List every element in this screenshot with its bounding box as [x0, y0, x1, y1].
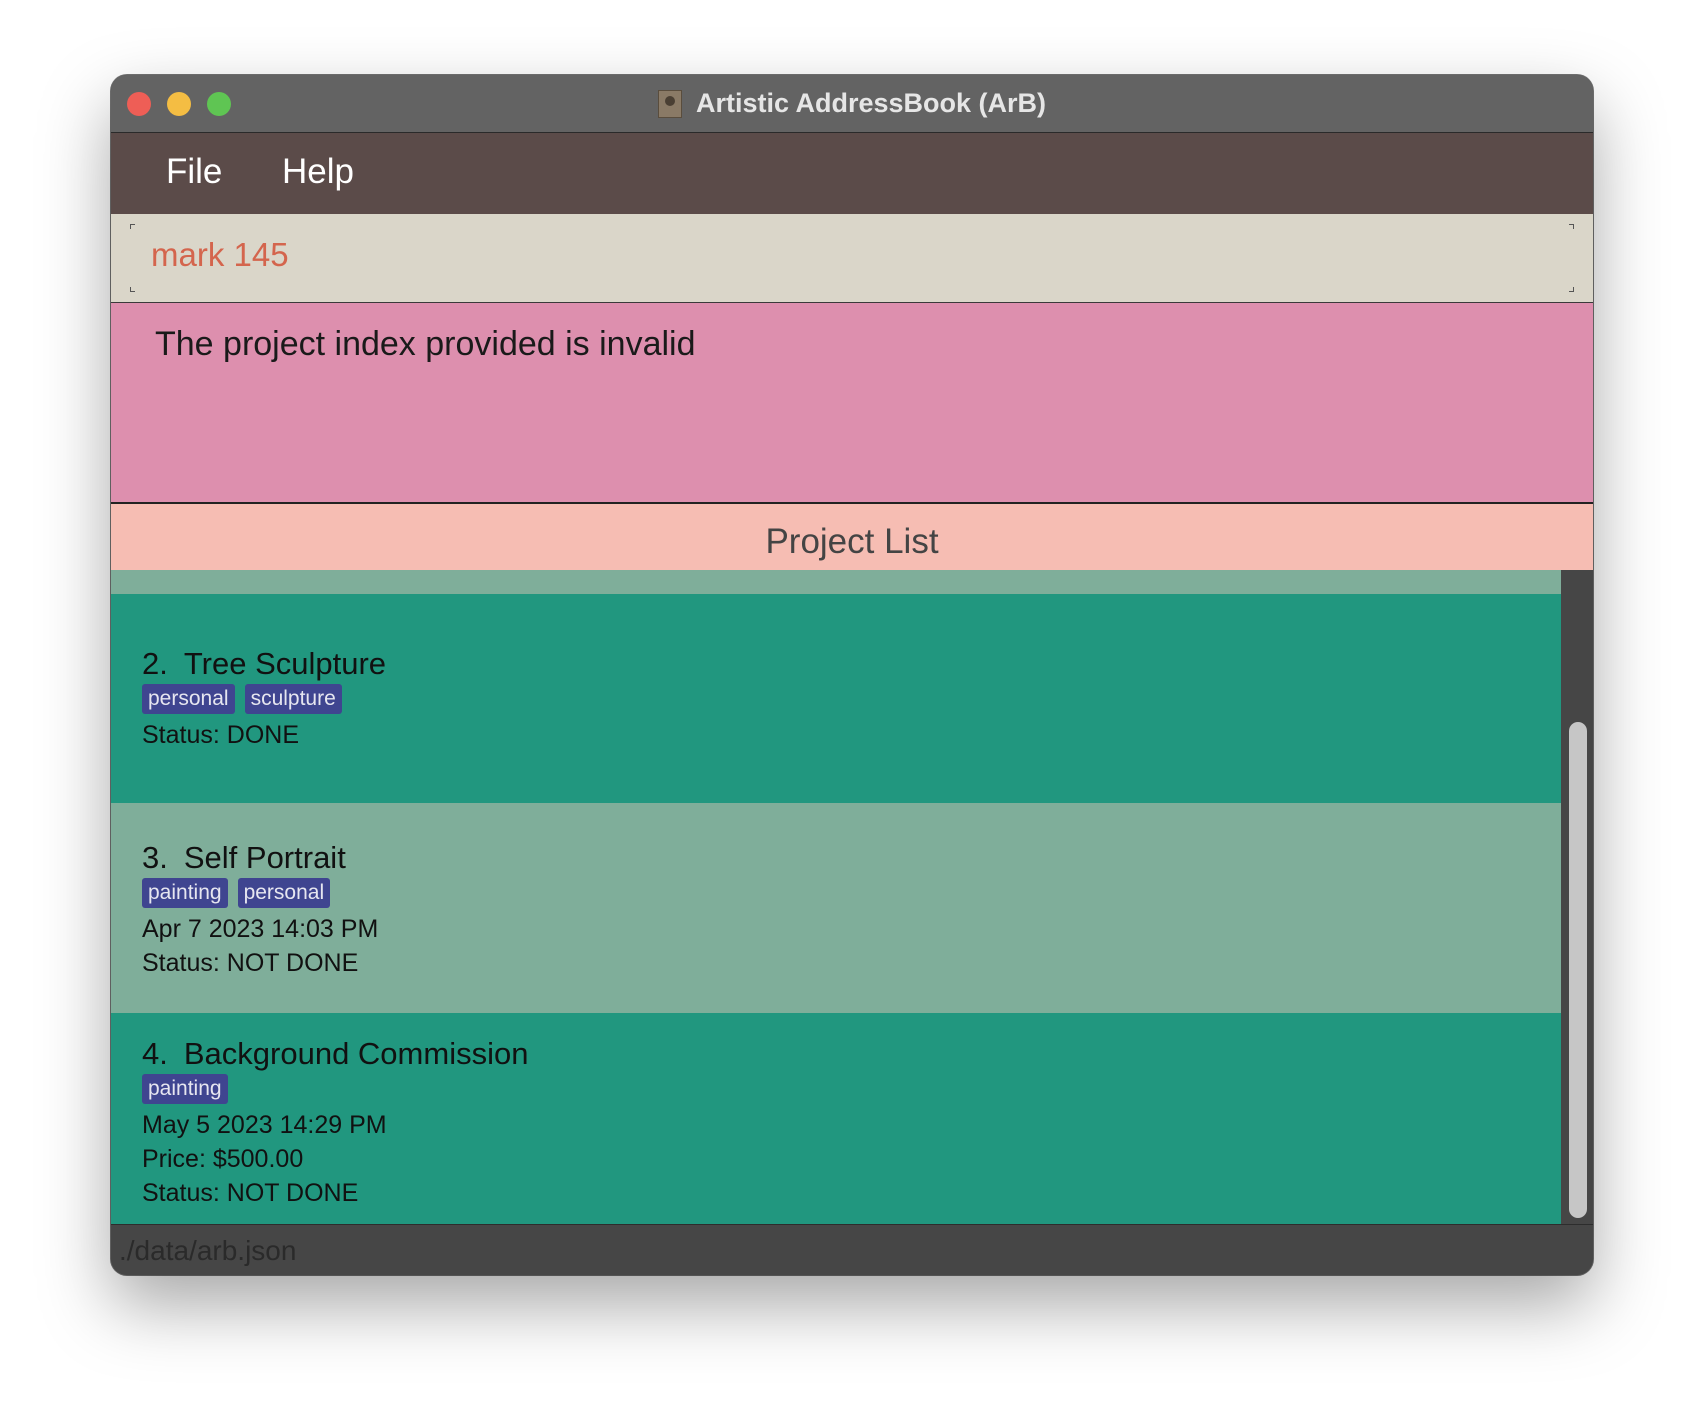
scrollbar-thumb[interactable]: [1569, 722, 1587, 1218]
project-status: Status: DONE: [142, 721, 299, 749]
project-list[interactable]: 2. Tree Sculpture personal sculpture Statu…: [111, 570, 1561, 1224]
command-box[interactable]: mark 145: [111, 214, 1593, 303]
tag-badge: personal: [237, 878, 331, 908]
window-title-wrap: Artistic AddressBook (ArB): [111, 75, 1593, 132]
menu-file[interactable]: File: [166, 152, 222, 192]
corner-mark: [130, 287, 135, 292]
project-tags: personal sculpture: [142, 684, 386, 718]
window-title: Artistic AddressBook (ArB): [695, 88, 1047, 118]
project-index: 2.: [142, 646, 168, 681]
result-display: The project index provided is invalid: [111, 303, 1593, 504]
project-title: 3. Self Portrait: [142, 838, 378, 878]
project-title: 4. Background Commission: [142, 1034, 528, 1074]
tag-badge: personal: [142, 684, 235, 714]
project-name: Self Portrait: [183, 840, 346, 875]
project-status: Status: NOT DONE: [142, 949, 359, 977]
command-input[interactable]: mark 145: [151, 236, 289, 274]
project-card[interactable]: 4. Background Commission painting May 5 2…: [111, 1013, 1561, 1224]
menu-bar: File Help: [111, 133, 1593, 214]
project-index: 4.: [142, 1036, 168, 1071]
project-tags: painting personal: [142, 878, 378, 912]
tag-badge: painting: [142, 878, 228, 908]
corner-mark: [1569, 224, 1574, 229]
project-list-header: Project List: [111, 504, 1593, 570]
result-message: The project index provided is invalid: [155, 325, 696, 363]
project-price: Price: $500.00: [142, 1145, 304, 1173]
data-file-path: ./data/arb.json: [119, 1235, 297, 1266]
project-index: 3.: [142, 840, 168, 875]
project-card[interactable]: 2. Tree Sculpture personal sculpture Statu…: [111, 594, 1561, 803]
title-bar[interactable]: Artistic AddressBook (ArB): [111, 75, 1593, 133]
menu-help[interactable]: Help: [282, 152, 354, 192]
project-title: 2. Tree Sculpture: [142, 644, 386, 684]
project-name: Background Commission: [183, 1036, 529, 1071]
corner-mark: [130, 224, 135, 229]
app-window: Artistic AddressBook (ArB) File Help mar…: [111, 75, 1593, 1275]
corner-mark: [1569, 287, 1574, 292]
project-deadline: Apr 7 2023 14:03 PM: [142, 915, 379, 943]
tag-badge: painting: [142, 1074, 228, 1104]
project-deadline: May 5 2023 14:29 PM: [142, 1111, 387, 1139]
tag-badge: sculpture: [244, 684, 342, 714]
project-card[interactable]: 3. Self Portrait painting personal Apr 7 2…: [111, 803, 1561, 1013]
project-tags: painting: [142, 1074, 528, 1108]
status-bar: ./data/arb.json: [111, 1224, 1593, 1275]
addressbook-app-icon: [657, 89, 682, 118]
project-status: Status: NOT DONE: [142, 1179, 359, 1207]
project-name: Tree Sculpture: [183, 646, 387, 681]
list-scrollbar[interactable]: [1561, 570, 1593, 1224]
